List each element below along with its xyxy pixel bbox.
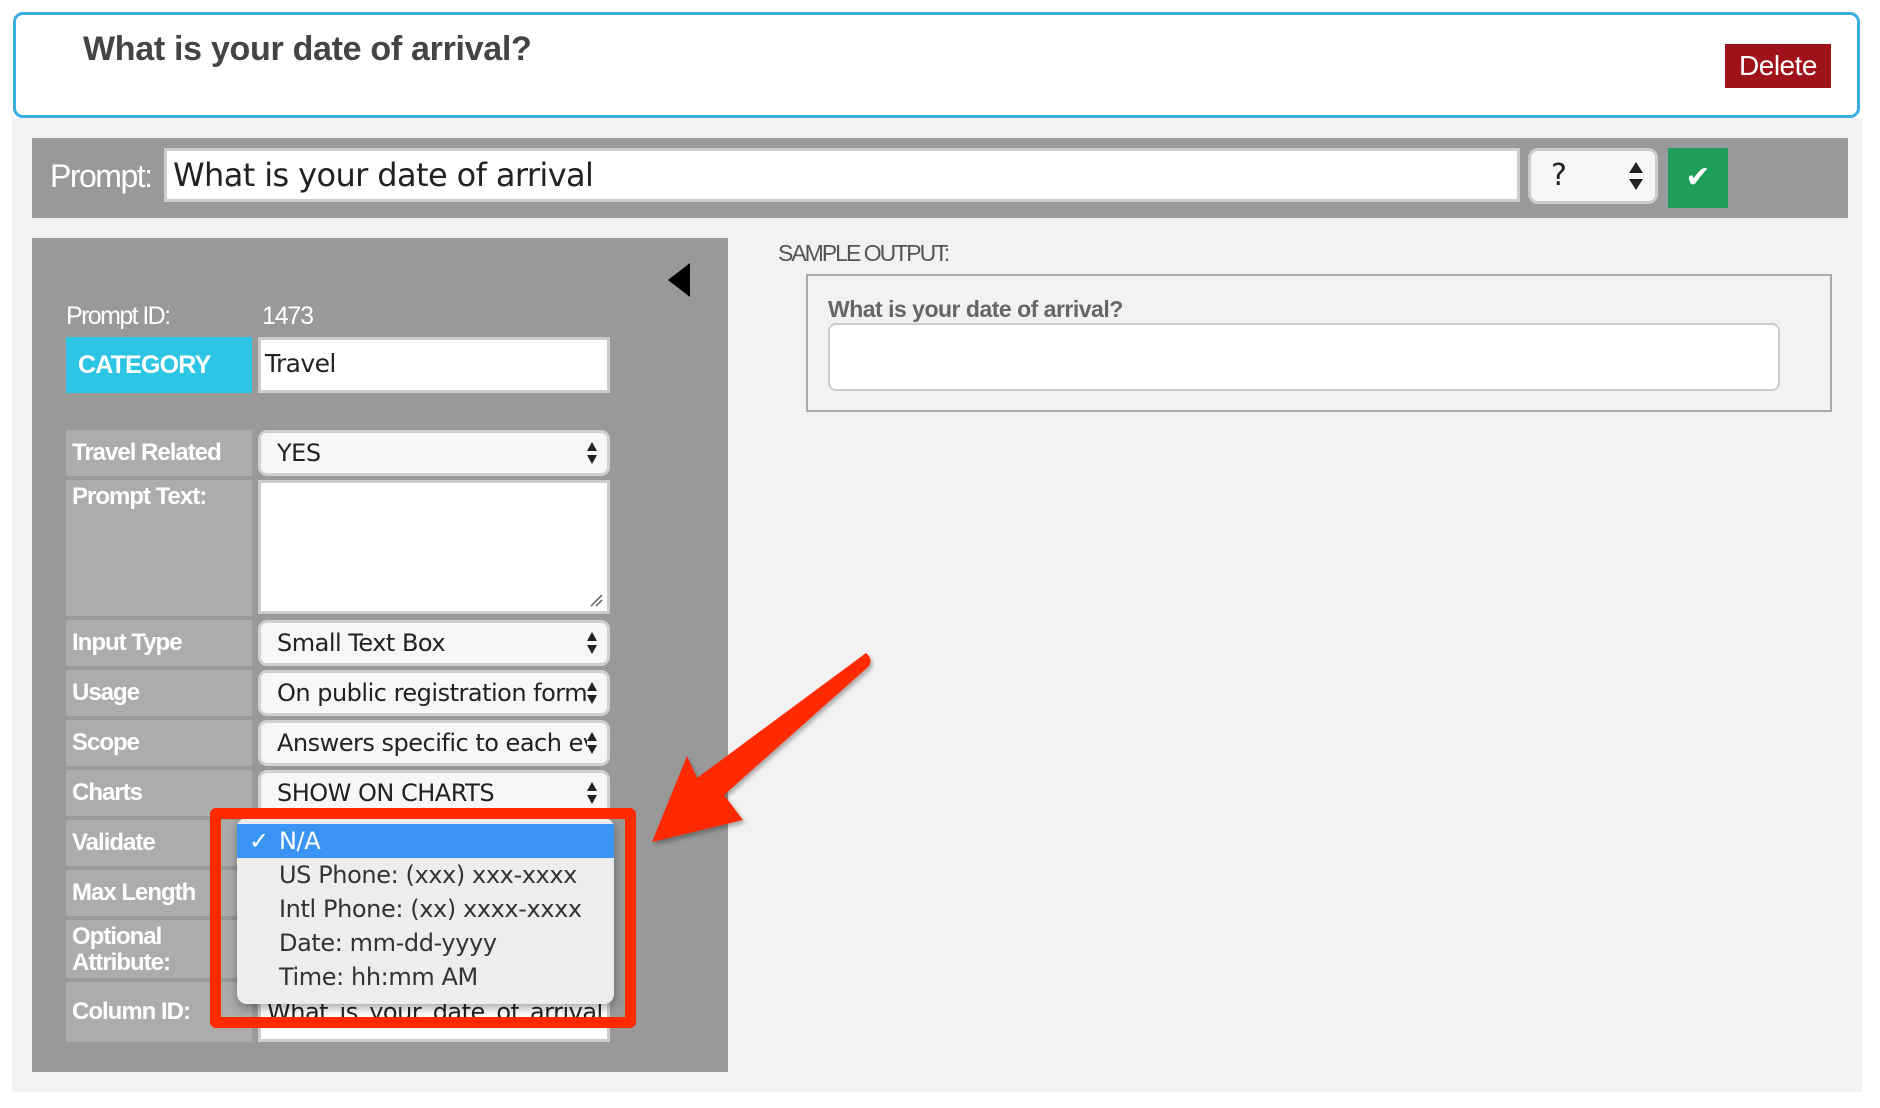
- prompt-text-textarea[interactable]: [258, 480, 610, 614]
- scope-label: Scope: [66, 720, 252, 766]
- charts-value: SHOW ON CHARTS: [277, 779, 495, 807]
- checkmark-icon: ✓: [249, 827, 269, 855]
- validate-option-us-phone[interactable]: US Phone: (xxx) xxx-xxxx: [237, 858, 614, 892]
- validate-option-na[interactable]: ✓ N/A: [237, 824, 614, 858]
- select-arrows-icon: [1629, 162, 1643, 190]
- option-label: N/A: [279, 827, 321, 855]
- scope-select[interactable]: Answers specific to each event: [258, 720, 610, 766]
- punctuation-select-value: ?: [1551, 158, 1567, 193]
- option-label: US Phone: (xxx) xxx-xxxx: [279, 861, 577, 889]
- confirm-button[interactable]: ✔: [1668, 148, 1728, 208]
- optional-attribute-label: Optional Attribute:: [66, 920, 252, 978]
- validate-option-time[interactable]: Time: hh:mm AM: [237, 960, 614, 994]
- input-type-label: Input Type: [66, 620, 252, 666]
- option-label: Intl Phone: (xx) xxxx-xxxx: [279, 895, 582, 923]
- category-label: CATEGORY: [66, 337, 252, 393]
- usage-value: On public registration form: [277, 679, 587, 707]
- select-arrows-icon: [587, 442, 597, 464]
- sample-answer-input[interactable]: [828, 323, 1780, 391]
- travel-related-value: YES: [277, 439, 321, 467]
- usage-select[interactable]: On public registration form: [258, 670, 610, 716]
- select-arrows-icon: [587, 682, 597, 704]
- resize-grip-icon[interactable]: [589, 593, 603, 607]
- validate-label: Validate: [66, 820, 252, 866]
- charts-select[interactable]: SHOW ON CHARTS: [258, 770, 610, 816]
- column-id-label: Column ID:: [66, 982, 252, 1042]
- sample-output-label: SAMPLE OUTPUT:: [778, 240, 950, 266]
- prompt-id-label: Prompt ID:: [66, 302, 171, 330]
- max-length-label: Max Length: [66, 870, 252, 916]
- input-type-select[interactable]: Small Text Box: [258, 620, 610, 666]
- option-label: Date: mm-dd-yyyy: [279, 929, 497, 957]
- travel-related-label: Travel Related: [66, 430, 252, 476]
- prompt-label: Prompt:: [50, 158, 153, 194]
- select-arrows-icon: [587, 732, 597, 754]
- delete-button[interactable]: Delete: [1725, 44, 1831, 88]
- prompt-input[interactable]: What is your date of arrival: [164, 148, 1520, 202]
- select-arrows-icon: [587, 632, 597, 654]
- input-type-value: Small Text Box: [277, 629, 446, 657]
- sample-question: What is your date of arrival?: [828, 296, 1123, 322]
- travel-related-select[interactable]: YES: [258, 430, 610, 476]
- validate-option-date[interactable]: Date: mm-dd-yyyy: [237, 926, 614, 960]
- option-label: Time: hh:mm AM: [279, 963, 478, 991]
- charts-label: Charts: [66, 770, 252, 816]
- validate-option-intl-phone[interactable]: Intl Phone: (xx) xxxx-xxxx: [237, 892, 614, 926]
- prompt-id-value: 1473: [262, 302, 314, 330]
- collapse-triangle-icon[interactable]: [668, 263, 690, 297]
- scope-value: Answers specific to each event: [277, 729, 587, 757]
- select-arrows-icon: [587, 782, 597, 804]
- category-input[interactable]: Travel: [258, 337, 610, 393]
- checkmark-icon: ✔: [1685, 161, 1711, 194]
- usage-label: Usage: [66, 670, 252, 716]
- prompt-text-label: Prompt Text:: [66, 480, 252, 616]
- validate-dropdown-menu: ✓ N/A US Phone: (xxx) xxx-xxxx Intl Phon…: [237, 818, 614, 1004]
- punctuation-select[interactable]: ?: [1528, 148, 1658, 204]
- question-title: What is your date of arrival?: [83, 30, 532, 68]
